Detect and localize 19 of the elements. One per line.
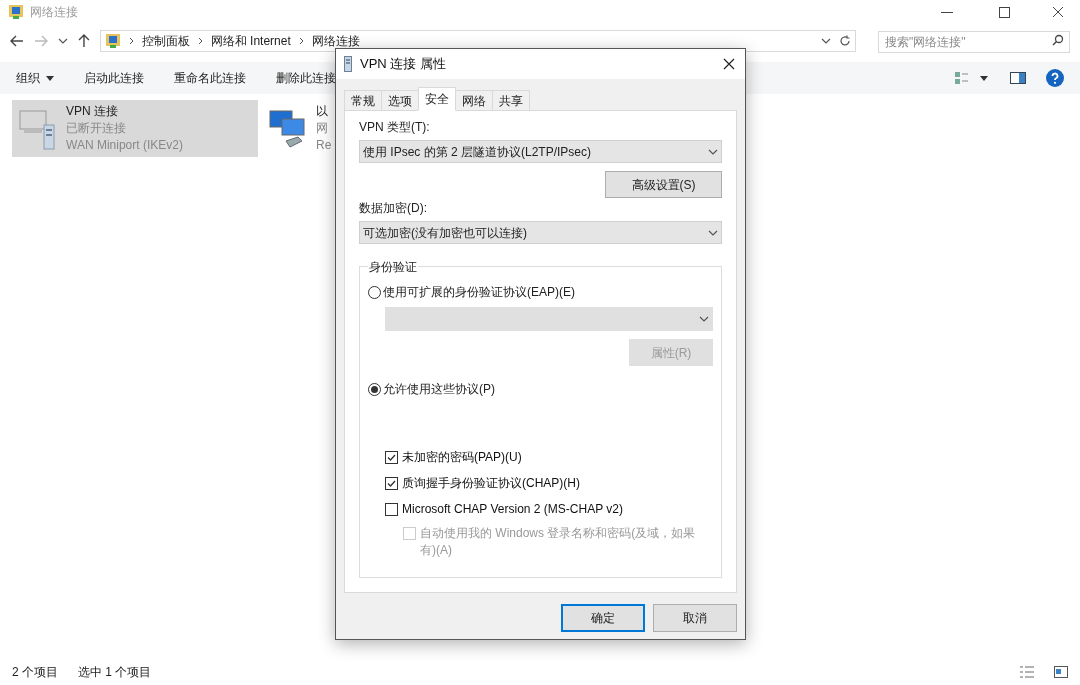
status-text: 选中 1 个项目 (78, 664, 152, 681)
connection-status: 网 (316, 120, 329, 137)
radio-label: 使用可扩展的身份验证协议(EAP)(E) (383, 284, 575, 301)
group-title: 身份验证 (368, 258, 418, 276)
connection-status: 已断开连接 (66, 120, 127, 137)
connection-name: 以 (316, 103, 329, 120)
connection-device: WAN Miniport (IKEv2) (66, 137, 183, 154)
option-label: 质询握手身份验证协议(CHAP)(H) (402, 475, 581, 492)
option-label: Microsoft CHAP Version 2 (MS-CHAP v2) (402, 501, 624, 518)
window-title: 网络连接 (30, 4, 78, 21)
option-label: 未加密的密码(PAP)(U) (402, 449, 523, 466)
status-text: 2 个项目 (12, 664, 58, 681)
connection-device: Re (316, 137, 332, 154)
option-label: 自动使用我的 Windows 登录名称和密码(及域，如果有)(A) (420, 525, 697, 559)
field-label: 数据加密(D): (359, 200, 428, 217)
dialog-title: VPN 连接 属性 (360, 55, 446, 74)
radio-label: 允许使用这些协议(P) (383, 381, 495, 398)
connection-name: VPN 连接 (66, 103, 119, 120)
field-label: VPN 类型(T): (359, 119, 431, 136)
